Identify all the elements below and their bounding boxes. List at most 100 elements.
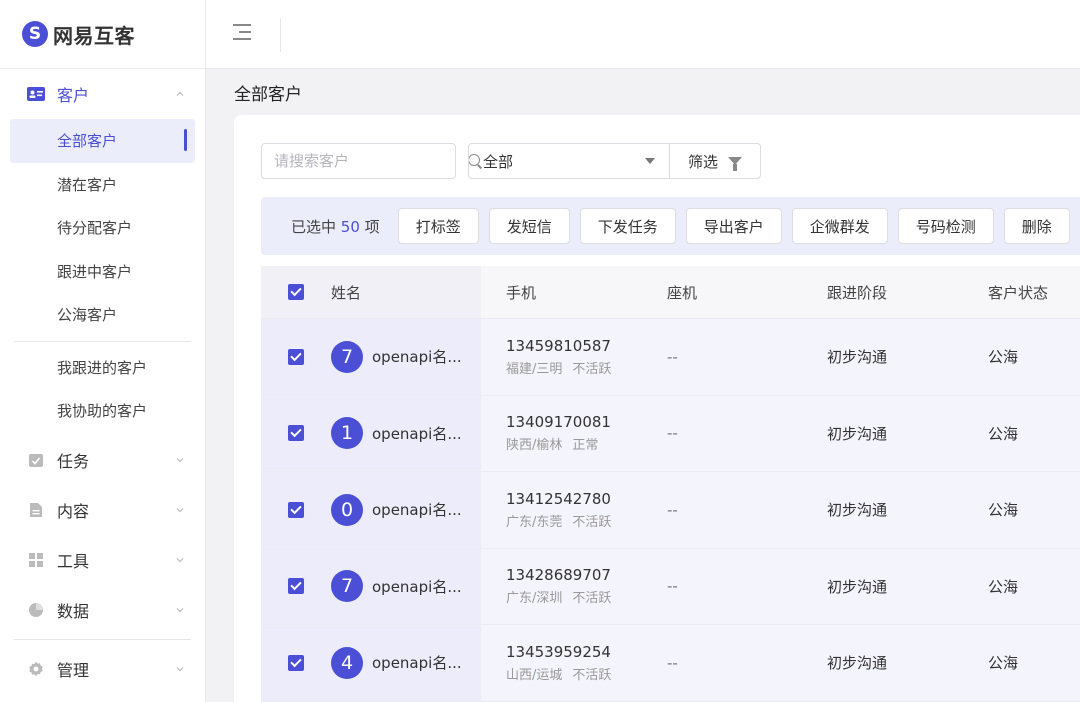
phone-activity: 不活跃 [572, 591, 612, 607]
scope-select[interactable]: 全部 [468, 143, 670, 179]
status-cell: 公海 [988, 424, 1019, 443]
customer-name[interactable]: openapi名... [372, 346, 462, 367]
number-check-button[interactable]: 号码检测 [897, 208, 994, 244]
sidebar-item-my-customers[interactable]: 我跟进的客户 [10, 346, 195, 390]
phone-activity: 不活跃 [572, 514, 612, 530]
header-seat[interactable]: 座机 [642, 282, 802, 303]
sidebar-group-label: 内容 [57, 501, 90, 521]
send-sms-button[interactable]: 发短信 [488, 208, 570, 244]
name-cell: 0 openapi名... [331, 493, 481, 526]
export-customers-button[interactable]: 导出客户 [685, 208, 782, 244]
row-frozen-block: 7 openapi名... [261, 319, 481, 395]
table-row[interactable]: 1 openapi名... 13409170081 陕西/榆林 正常 -- 初步沟… [261, 395, 1080, 472]
customer-name[interactable]: openapi名... [372, 499, 462, 520]
table-row[interactable]: 7 openapi名... 13428689707 广东/深圳 不活跃 -- 初步… [261, 548, 1080, 625]
header-name[interactable]: 姓名 [331, 282, 481, 303]
pie-chart-icon [27, 601, 45, 619]
filter-button[interactable]: 筛选 [669, 143, 761, 179]
wecom-broadcast-button[interactable]: 企微群发 [791, 208, 888, 244]
contact-card-icon [27, 85, 45, 103]
phone-cell: 13453959254 山西/运城 不活跃 [481, 643, 642, 683]
top-bar [206, 0, 1080, 69]
row-checkbox[interactable] [288, 501, 304, 518]
row-checkbox-cell [261, 348, 331, 365]
phone-number: 13412542780 [506, 489, 611, 508]
stage-cell: 初步沟通 [827, 424, 888, 443]
sidebar-divider [14, 638, 191, 640]
avatar: 4 [331, 646, 363, 679]
avatar: 1 [331, 417, 363, 450]
customer-name[interactable]: openapi名... [372, 576, 462, 597]
task-icon [27, 451, 45, 469]
filter-button-label: 筛选 [687, 152, 718, 171]
row-checkbox[interactable] [288, 578, 304, 595]
header-status[interactable]: 客户状态 [963, 282, 1080, 303]
chevron-down-icon [175, 505, 185, 515]
header-frozen-block: 姓名 [261, 266, 481, 318]
table-row[interactable]: 7 openapi名... 13459810587 福建/三明 不活跃 -- 初步… [261, 319, 1080, 396]
header-divider [280, 18, 281, 52]
sidebar-group-customer[interactable]: 客户 [0, 69, 205, 119]
sidebar-group-manage[interactable]: 管理 [0, 644, 205, 694]
status-cell: 公海 [988, 501, 1019, 520]
sidebar-item-all-customers[interactable]: 全部客户 [10, 119, 195, 163]
phone-meta: 陕西/榆林 正常 [506, 434, 642, 453]
name-cell: 1 openapi名... [331, 417, 481, 450]
selected-suffix: 项 [364, 217, 380, 236]
select-all-checkbox[interactable] [288, 284, 304, 300]
logo[interactable]: S 网易互客 [0, 0, 205, 69]
status-cell: 公海 [988, 577, 1019, 596]
sidebar-group-content[interactable]: 内容 [0, 485, 205, 535]
sidebar-divider [14, 340, 191, 342]
sidebar-group-task[interactable]: 任务 [0, 435, 205, 485]
phone-meta: 山西/运城 不活跃 [506, 664, 642, 683]
content-card: 全部 筛选 已选中 50 项 打标签 发短信 下发任务 导出客户 企微群发 号码… [234, 115, 1080, 702]
row-checkbox[interactable] [288, 425, 304, 442]
header-stage[interactable]: 跟进阶段 [802, 282, 963, 303]
phone-activity: 正常 [572, 438, 599, 454]
delete-button[interactable]: 删除 [1003, 208, 1070, 244]
table-row[interactable]: 0 openapi名... 13412542780 广东/东莞 不活跃 -- 初步… [261, 472, 1080, 549]
sidebar-group-label: 管理 [57, 660, 90, 680]
sidebar-item-public-pool[interactable]: 公海客户 [10, 293, 195, 337]
name-cell: 7 openapi名... [331, 570, 481, 603]
phone-activity: 不活跃 [572, 361, 612, 377]
grid-icon [27, 551, 45, 569]
chevron-up-icon [175, 89, 185, 99]
stage-cell: 初步沟通 [827, 654, 888, 673]
customer-name[interactable]: openapi名... [372, 423, 462, 444]
selected-count-text: 已选中 50 项 [291, 216, 380, 237]
assign-task-button[interactable]: 下发任务 [579, 208, 676, 244]
sidebar-item-assisted-customers[interactable]: 我协助的客户 [10, 389, 195, 433]
brand-name: 网易互客 [53, 23, 135, 48]
seat-cell: -- [667, 500, 678, 519]
phone-number: 13459810587 [506, 336, 611, 355]
row-checkbox[interactable] [288, 654, 304, 671]
search-input[interactable] [274, 152, 468, 170]
sidebar-item-unassigned-customers[interactable]: 待分配客户 [10, 206, 195, 250]
row-checkbox-cell [261, 578, 331, 595]
menu-collapse-icon[interactable] [233, 24, 253, 44]
row-checkbox[interactable] [288, 348, 304, 365]
header-phone[interactable]: 手机 [481, 282, 642, 303]
tag-button[interactable]: 打标签 [397, 208, 479, 244]
row-checkbox-cell [261, 654, 331, 671]
chevron-down-icon [175, 664, 185, 674]
sidebar-item-following-customers[interactable]: 跟进中客户 [10, 250, 195, 294]
stage-cell: 初步沟通 [827, 348, 888, 367]
sidebar-group-tools[interactable]: 工具 [0, 535, 205, 585]
phone-meta: 广东/东莞 不活跃 [506, 511, 642, 530]
search-box[interactable] [261, 143, 480, 179]
sidebar-item-potential-customers[interactable]: 潜在客户 [10, 163, 195, 207]
customer-name[interactable]: openapi名... [372, 652, 462, 673]
funnel-icon [728, 157, 742, 171]
phone-cell: 13409170081 陕西/榆林 正常 [481, 413, 642, 453]
chevron-down-icon [175, 605, 185, 615]
name-cell: 7 openapi名... [331, 340, 481, 373]
avatar: 0 [331, 493, 363, 526]
table-row[interactable]: 4 openapi名... 13453959254 山西/运城 不活跃 -- 初步… [261, 625, 1080, 702]
phone-region: 福建/三明 [506, 361, 563, 377]
phone-number: 13428689707 [506, 566, 611, 585]
seat-cell: -- [667, 424, 678, 443]
sidebar-group-data[interactable]: 数据 [0, 585, 205, 635]
